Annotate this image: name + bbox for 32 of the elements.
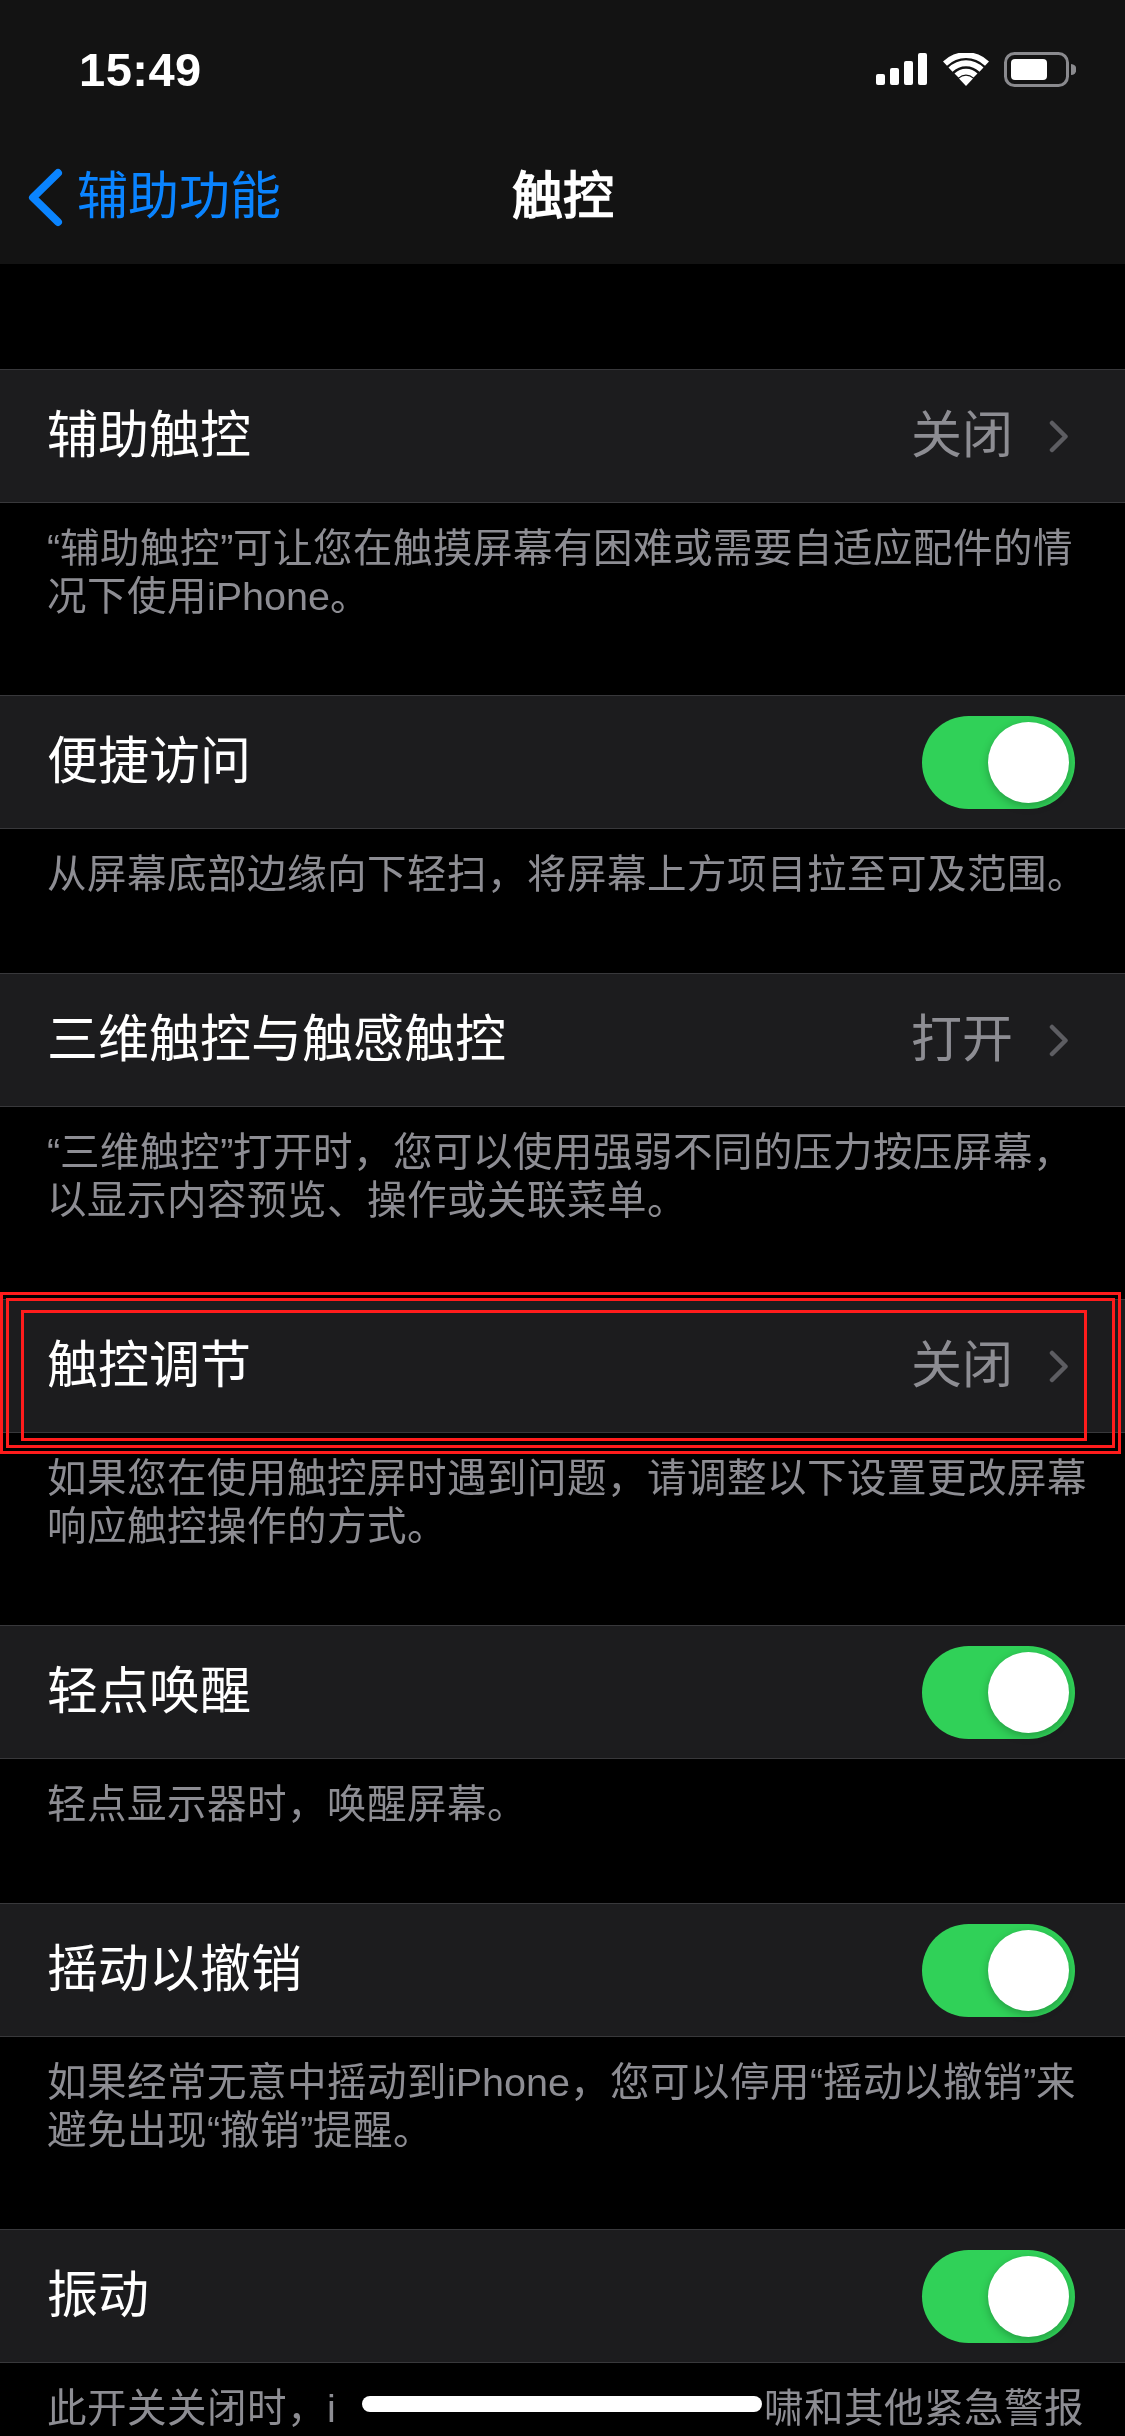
row-label: 辅助触控 (47, 406, 251, 467)
section-footer-text: 如果您在使用触控屏时遇到问题，请调整以下设置更改屏幕响应触控操作的方式。 (47, 1455, 1088, 1550)
battery-icon (1004, 51, 1076, 87)
back-chevron-icon (26, 167, 63, 227)
section-footer-text: “辅助触控”可让您在触摸屏幕有困难或需要自适应配件的情况下使用iPhone。 (47, 525, 1075, 620)
status-time: 15:49 (79, 41, 202, 97)
row-value: 关闭 (911, 406, 1013, 467)
page-title: 触控 (511, 167, 614, 228)
section-footer-text: 此开关关闭时，i (47, 2385, 336, 2432)
row-label: 轻点唤醒 (47, 1662, 251, 1723)
chevron-icon (1049, 1349, 1069, 1383)
row-label: 触控调节 (47, 1336, 251, 1397)
section-footer-text: “三维触控”打开时，您可以使用强弱不同的压力按压屏幕，以显示内容预览、操作或关联菜单。 (47, 1129, 1075, 1224)
wifi-icon (943, 52, 989, 86)
section-footer-text: 轻点显示器时，唤醒屏幕。 (47, 1781, 528, 1828)
section-footer-text: 从屏幕底部边缘向下轻扫，将屏幕上方项目拉至可及范围。 (47, 851, 1088, 898)
row-label: 振动 (47, 2266, 149, 2327)
back-button[interactable]: 辅助功能 (0, 166, 281, 228)
section-footer-text: 啸和其他紧急警报 (763, 2385, 1084, 2432)
row-label: 摇动以撤销 (47, 1940, 302, 2001)
settings-row[interactable]: 三维触控与触感触控 打开 (0, 973, 1125, 1107)
row-value: 关闭 (911, 1336, 1013, 1397)
back-label: 辅助功能 (77, 167, 281, 228)
section-footer-text: 如果经常无意中摇动到iPhone，您可以停用“摇动以撤销”来避免出现“撤销”提醒。 (47, 2059, 1078, 2154)
chevron-icon (1049, 419, 1069, 453)
settings-row[interactable]: 辅助触控 关闭 (0, 369, 1125, 503)
row-label: 便捷访问 (47, 732, 251, 793)
row-label: 三维触控与触感触控 (47, 1010, 506, 1071)
signal-icon (876, 53, 928, 85)
chevron-icon (1049, 1023, 1069, 1057)
row-value: 打开 (911, 1010, 1013, 1071)
settings-row[interactable]: 触控调节 关闭 (0, 1299, 1125, 1433)
